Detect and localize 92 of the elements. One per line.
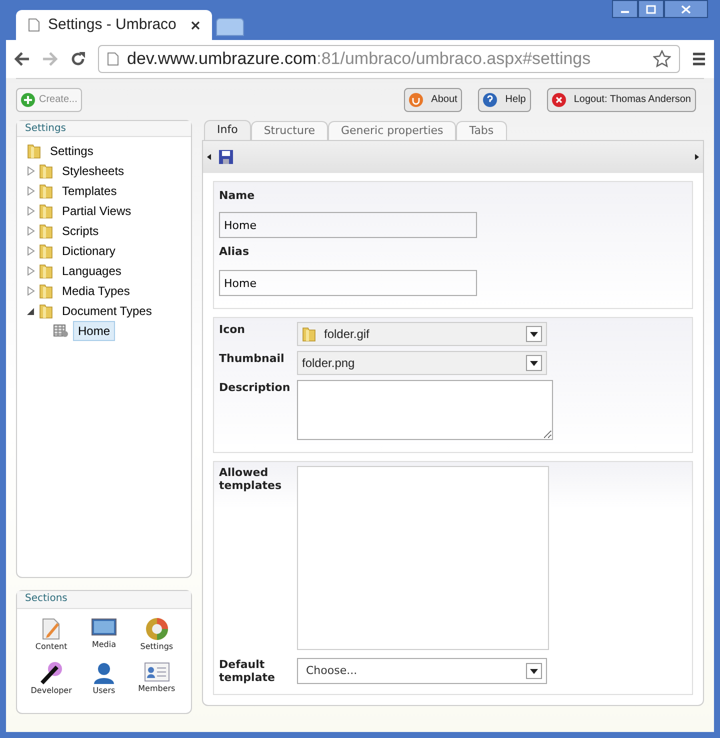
- folder-icon: [39, 243, 53, 259]
- dropdown-button[interactable]: [526, 326, 542, 342]
- tree-item[interactable]: Scripts: [57, 221, 104, 241]
- document-type-icon: [53, 324, 69, 338]
- tab[interactable]: Tabs: [456, 121, 507, 140]
- page-icon: [107, 52, 119, 66]
- expand-arrow-icon[interactable]: [27, 166, 35, 176]
- minimize-button[interactable]: [612, 0, 638, 18]
- tab[interactable]: Structure: [250, 121, 328, 140]
- scroll-left-icon[interactable]: [207, 154, 211, 160]
- tree-item[interactable]: Dictionary: [57, 241, 120, 261]
- close-icon: [681, 4, 691, 14]
- field-label: Default template: [219, 658, 276, 684]
- back-arrow-icon[interactable]: [14, 52, 30, 66]
- expand-arrow-icon[interactable]: [27, 186, 35, 196]
- scroll-right-icon[interactable]: [695, 154, 699, 160]
- tree-item[interactable]: Settings: [45, 141, 98, 161]
- tree-item[interactable]: Document Types: [57, 301, 157, 321]
- tree-item[interactable]: Media Types: [57, 281, 135, 301]
- field-label: Icon: [219, 322, 246, 338]
- folder-icon: [39, 223, 53, 239]
- collapse-arrow-icon[interactable]: [27, 306, 35, 316]
- minimize-icon: [621, 11, 629, 13]
- field-label: Allowed templates: [219, 466, 283, 494]
- field-label: Name: [219, 188, 256, 204]
- reload-icon[interactable]: [70, 51, 86, 67]
- maximize-button[interactable]: [638, 0, 664, 18]
- maximize-icon: [646, 4, 656, 14]
- icon-select[interactable]: folder.gif: [297, 322, 547, 346]
- text-field[interactable]: Home: [219, 212, 477, 238]
- help-icon: [483, 92, 498, 106]
- field-label: Thumbnail: [219, 351, 286, 367]
- url-path: :81/umbraco/umbraco.aspx#settings: [316, 49, 591, 68]
- person-icon: [92, 661, 116, 685]
- expand-arrow-icon[interactable]: [27, 266, 35, 276]
- folder-icon: [39, 263, 53, 279]
- close-button[interactable]: [664, 0, 708, 18]
- caret-icon: [530, 360, 538, 366]
- logout-button[interactable]: Logout: Thomas Anderson: [546, 88, 696, 112]
- address-bar[interactable]: dev.www.umbrazure.com:81/umbraco/umbraco.aspx#settings: [98, 45, 680, 73]
- section-item[interactable]: Users: [78, 661, 130, 697]
- tab[interactable]: Info: [204, 120, 251, 140]
- star-icon[interactable]: [653, 50, 671, 68]
- folder-icon: [39, 303, 53, 319]
- expand-arrow-icon[interactable]: [27, 206, 35, 216]
- browser-tab[interactable]: Settings - Umbraco: [16, 10, 212, 40]
- caret-icon: [530, 332, 538, 336]
- tree-item[interactable]: Templates: [57, 181, 122, 201]
- folder-icon: [39, 163, 53, 179]
- section-item[interactable]: Media: [78, 617, 130, 653]
- expand-arrow-icon[interactable]: [27, 246, 35, 256]
- panel-header: Sections: [17, 591, 191, 609]
- panel-header: Settings: [17, 121, 191, 137]
- folder-icon: [302, 326, 316, 342]
- text-field[interactable]: Home: [219, 270, 477, 296]
- tree-item[interactable]: Languages: [57, 261, 126, 281]
- field-label: Description: [219, 380, 292, 396]
- expand-arrow-icon[interactable]: [27, 226, 35, 236]
- close-icon[interactable]: [191, 20, 200, 30]
- plus-icon: [21, 92, 35, 106]
- dropdown-button[interactable]: [526, 663, 542, 679]
- url-host: dev.www.umbrazure.com: [127, 49, 317, 68]
- about-button[interactable]: About: [404, 88, 462, 112]
- folder-icon: [39, 203, 53, 219]
- tab-title: Settings - Umbraco: [48, 14, 176, 35]
- section-item[interactable]: Developer: [25, 661, 78, 697]
- color-ball-icon: [144, 617, 169, 641]
- save-icon[interactable]: [219, 150, 233, 164]
- folder-icon: [39, 283, 53, 299]
- section-item[interactable]: Content: [25, 617, 78, 653]
- magic-wand-icon: [39, 661, 64, 685]
- help-button[interactable]: Help: [478, 88, 531, 112]
- menu-icon[interactable]: [692, 52, 706, 66]
- tree-item[interactable]: Home: [73, 321, 116, 341]
- logo-icon: [409, 92, 424, 106]
- default-template-select[interactable]: Choose...: [297, 658, 547, 684]
- thumbnail-select[interactable]: folder.png: [297, 351, 547, 375]
- caret-icon: [530, 668, 538, 674]
- field-label: Alias: [219, 244, 250, 260]
- tree-item[interactable]: Stylesheets: [57, 161, 130, 181]
- description-field[interactable]: [297, 380, 553, 440]
- folder-icon: [39, 183, 53, 199]
- page-icon: [28, 18, 40, 32]
- member-card-icon: [144, 661, 170, 683]
- section-item[interactable]: Members: [130, 661, 183, 697]
- section-item[interactable]: Settings: [130, 617, 183, 653]
- tree-item[interactable]: Partial Views: [57, 201, 136, 221]
- tab[interactable]: Generic properties: [328, 121, 456, 140]
- dropdown-button[interactable]: [526, 355, 542, 371]
- expand-arrow-icon[interactable]: [27, 286, 35, 296]
- folder-icon: [27, 143, 41, 159]
- close-circle-icon: [552, 92, 566, 106]
